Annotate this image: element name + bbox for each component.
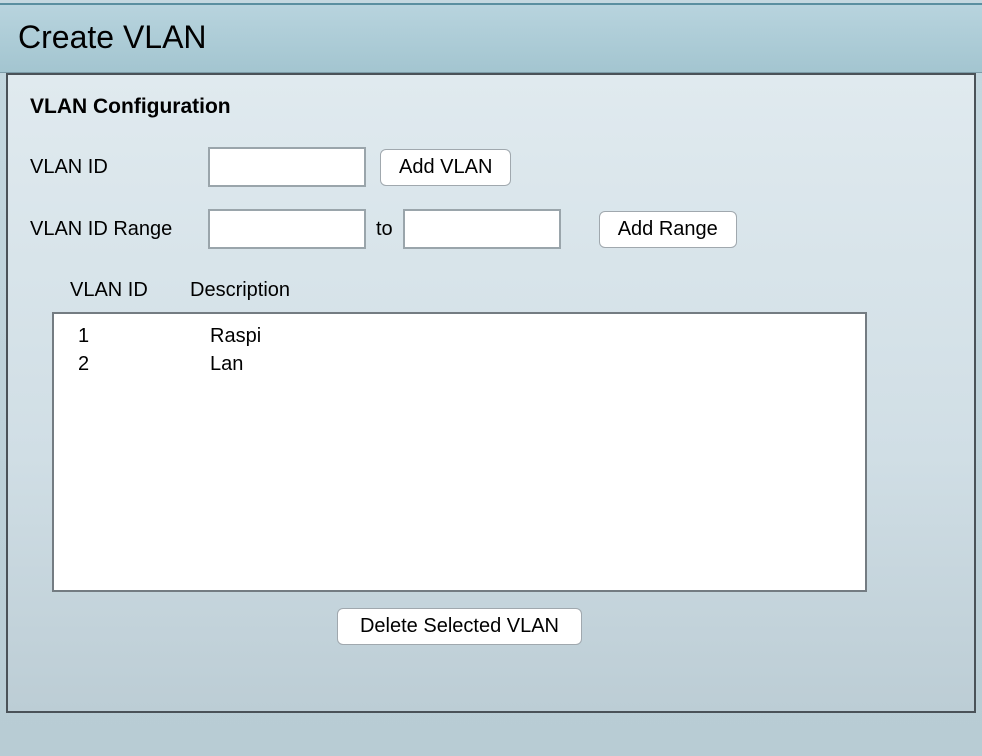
vlan-id-input[interactable] (208, 147, 366, 187)
vlan-range-label: VLAN ID Range (30, 218, 208, 241)
cell-description: Raspi (210, 322, 841, 350)
section-title: VLAN Configuration (30, 95, 958, 119)
col-header-id: VLAN ID (70, 279, 190, 302)
add-vlan-button[interactable]: Add VLAN (380, 149, 511, 186)
vlan-table: VLAN ID Description 1Raspi2 Lan Delete S… (52, 271, 952, 645)
table-body[interactable]: 1Raspi2 Lan (52, 312, 867, 592)
config-panel: VLAN Configuration VLAN ID Add VLAN VLAN… (6, 73, 976, 713)
vlan-range-from-input[interactable] (208, 209, 366, 249)
cell-vlan-id: 2 (78, 350, 210, 378)
cell-description: Lan (210, 350, 841, 378)
table-row[interactable]: 1Raspi (54, 322, 865, 350)
delete-vlan-button[interactable]: Delete Selected VLAN (337, 608, 582, 645)
page-header: Create VLAN (0, 3, 982, 73)
delete-row: Delete Selected VLAN (52, 608, 867, 645)
vlan-range-row: VLAN ID Range to Add Range (30, 209, 958, 249)
table-row[interactable]: 2 Lan (54, 350, 865, 378)
col-header-desc: Description (190, 279, 934, 302)
to-label: to (376, 218, 393, 241)
vlan-range-to-input[interactable] (403, 209, 561, 249)
table-header: VLAN ID Description (52, 271, 952, 312)
vlan-id-label: VLAN ID (30, 156, 208, 179)
page-title: Create VLAN (18, 19, 207, 55)
cell-vlan-id: 1 (78, 322, 210, 350)
vlan-id-row: VLAN ID Add VLAN (30, 147, 958, 187)
add-range-button[interactable]: Add Range (599, 211, 737, 248)
